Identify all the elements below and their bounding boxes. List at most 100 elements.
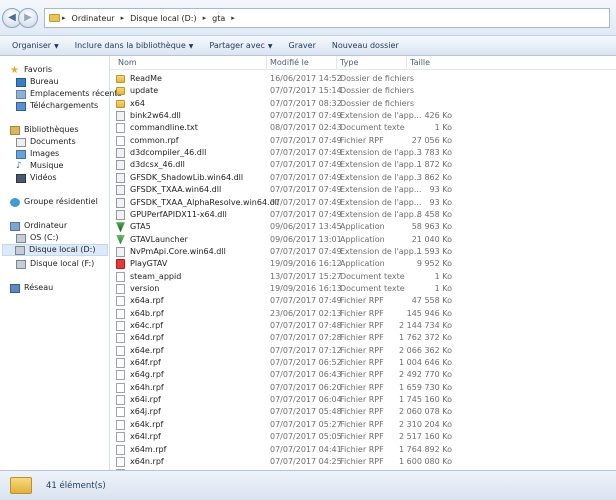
file-row[interactable]: x64g.rpf 07/07/2017 06:43 Fichier RPF 2 492… <box>110 369 616 381</box>
file-row[interactable]: steam_appid 13/07/2017 15:27 Document text… <box>110 271 616 283</box>
file-type: Fichier RPF <box>340 345 384 355</box>
file-row[interactable]: x64h.rpf 07/07/2017 06:20 Fichier RPF 1 659… <box>110 382 616 394</box>
file-name: x64n.rpf <box>130 456 164 466</box>
file-icon <box>116 135 125 146</box>
file-row[interactable]: x64e.rpf 07/07/2017 07:12 Fichier RPF 2 066… <box>110 345 616 357</box>
file-row[interactable]: x64a.rpf 07/07/2017 07:49 Fichier RPF 47 55… <box>110 295 616 307</box>
file-row[interactable]: PlayGTAV 19/09/2016 16:12 Application 9 952… <box>110 258 616 270</box>
nav-disk-d-label: Disque local (D:) <box>29 245 96 254</box>
nav-images-label: Images <box>30 149 60 158</box>
nav-computer[interactable]: Ordinateur <box>10 220 67 232</box>
file-row[interactable]: GPUPerfAPIDX11-x64.dll 07/07/2017 07:49 Ex… <box>110 209 616 221</box>
burn-button[interactable]: Graver <box>281 41 324 50</box>
file-row[interactable]: d3dcsx_46.dll 07/07/2017 07:49 Extension d… <box>110 159 616 171</box>
folder-icon <box>49 14 60 22</box>
file-row[interactable]: x64k.rpf 07/07/2017 05:27 Fichier RPF 2 310… <box>110 419 616 431</box>
file-row[interactable]: version 19/09/2016 16:13 Document texte 1 K… <box>110 283 616 295</box>
file-row[interactable]: update 07/07/2017 15:14 Dossier de fichier… <box>110 85 616 97</box>
file-row[interactable]: x64f.rpf 07/07/2017 06:52 Fichier RPF 1 004… <box>110 357 616 369</box>
file-row[interactable]: d3dcompiler_46.dll 07/07/2017 07:49 Extens… <box>110 147 616 159</box>
breadcrumb[interactable]: ▸ Ordinateur ▸ Disque local (D:) ▸ gta ▸ <box>44 8 610 28</box>
breadcrumb-computer[interactable]: Ordinateur <box>68 14 119 23</box>
nav-recent[interactable]: Emplacements récents <box>16 88 122 100</box>
file-row[interactable]: x64l.rpf 07/07/2017 05:05 Fichier RPF 2 517… <box>110 431 616 443</box>
command-bar: Organiser ▼ Inclure dans la bibliothèque ▼… <box>0 36 616 56</box>
file-size: 1 004 646 Ko <box>399 358 452 368</box>
nav-documents[interactable]: Documents <box>16 136 76 148</box>
address-bar: ◀ ▶ ▸ Ordinateur ▸ Disque local (D:) ▸ g… <box>0 0 616 36</box>
file-icon <box>116 271 125 282</box>
file-row[interactable]: x64n.rpf 07/07/2017 04:25 Fichier RPF 1 600… <box>110 456 616 468</box>
nav-os-c[interactable]: OS (C:) <box>16 232 58 244</box>
file-size: 1 659 730 Ko <box>399 382 452 392</box>
file-size: 8 458 Ko <box>416 209 452 219</box>
column-header-name[interactable]: Nom <box>118 58 137 67</box>
file-row[interactable]: x64 07/07/2017 08:32 Dossier de fichiers <box>110 98 616 110</box>
file-size: 426 Ko <box>424 111 452 121</box>
file-name: GFSDK_ShadowLib.win64.dll <box>130 172 244 182</box>
file-size: 3 862 Ko <box>416 172 452 182</box>
desktop-icon <box>16 77 26 87</box>
nav-disk-f[interactable]: Disque local (F:) <box>16 258 94 270</box>
file-row[interactable]: GTAVLauncher 09/06/2017 13:01 Application 2… <box>110 234 616 246</box>
images-icon <box>16 149 26 159</box>
file-row[interactable]: x64c.rpf 07/07/2017 07:48 Fichier RPF 2 144… <box>110 320 616 332</box>
file-name: x64b.rpf <box>130 308 164 318</box>
file-row[interactable]: x64j.rpf 07/07/2017 05:48 Fichier RPF 2 060… <box>110 406 616 418</box>
file-modified: 07/07/2017 07:48 <box>270 321 342 330</box>
nav-downloads[interactable]: Téléchargements <box>16 100 98 112</box>
file-modified: 09/06/2017 13:45 <box>270 222 342 232</box>
file-type: Dossier de fichiers <box>340 86 415 96</box>
file-row[interactable]: x64d.rpf 07/07/2017 07:28 Fichier RPF 1 762… <box>110 332 616 344</box>
file-type: Fichier RPF <box>340 370 384 380</box>
file-row[interactable]: common.rpf 07/07/2017 07:49 Fichier RPF 27 … <box>110 135 616 147</box>
file-size: 58 963 Ko <box>411 222 452 232</box>
nav-music[interactable]: ♪ Musique <box>16 160 63 172</box>
file-row[interactable]: NvPmApi.Core.win64.dll 07/07/2017 07:49 Ex… <box>110 246 616 258</box>
organize-button[interactable]: Organiser ▼ <box>4 41 67 50</box>
file-row[interactable]: GFSDK_TXAA.win64.dll 07/07/2017 07:49 Exte… <box>110 184 616 196</box>
share-with-label: Partager avec <box>209 41 265 50</box>
share-with-button[interactable]: Partager avec ▼ <box>201 41 280 50</box>
forward-button[interactable]: ▶ <box>18 8 38 28</box>
file-row[interactable]: x64b.rpf 23/06/2017 02:13 Fichier RPF 145 9… <box>110 308 616 320</box>
navigation-pane: ★ Favoris Bureau Emplacements récents Té… <box>0 56 122 470</box>
file-icon <box>116 333 125 344</box>
file-type: Fichier RPF <box>340 444 384 454</box>
file-row[interactable]: bink2w64.dll 07/07/2017 07:49 Extension de… <box>110 110 616 122</box>
new-folder-button[interactable]: Nouveau dossier <box>324 41 407 50</box>
file-row[interactable]: commandline.txt 08/07/2017 02:43 Document … <box>110 122 616 134</box>
file-row[interactable]: ReadMe 16/06/2017 14:52 Dossier de fichier… <box>110 73 616 85</box>
include-library-button[interactable]: Inclure dans la bibliothèque ▼ <box>67 41 202 50</box>
dll-file-icon <box>116 148 125 159</box>
file-size: 1 593 Ko <box>416 246 452 256</box>
column-header-type[interactable]: Type <box>336 56 358 70</box>
nav-network[interactable]: Réseau <box>10 282 53 294</box>
nav-desktop[interactable]: Bureau <box>16 76 59 88</box>
column-header-size[interactable]: Taille <box>406 56 430 70</box>
file-size: 93 Ko <box>429 185 452 195</box>
nav-libraries[interactable]: Bibliothèques <box>10 124 79 136</box>
dll-file-icon <box>116 185 125 196</box>
file-row[interactable]: GFSDK_ShadowLib.win64.dll 07/07/2017 07:4… <box>110 172 616 184</box>
nav-disk-d[interactable]: Disque local (D:) <box>2 244 108 256</box>
file-row[interactable]: x64i.rpf 07/07/2017 06:04 Fichier RPF 1 745… <box>110 394 616 406</box>
file-size: 2 060 078 Ko <box>399 407 452 417</box>
file-row[interactable]: GFSDK_TXAA_AlphaResolve.win64.dll 07/07/2… <box>110 197 616 209</box>
file-name: d3dcsx_46.dll <box>130 160 185 170</box>
application-icon <box>116 259 125 270</box>
file-name: x64a.rpf <box>130 296 164 306</box>
file-size: 2 517 160 Ko <box>399 432 452 442</box>
breadcrumb-gta[interactable]: gta <box>208 14 229 23</box>
nav-homegroup[interactable]: Groupe résidentiel <box>10 196 98 208</box>
nav-videos[interactable]: Vidéos <box>16 172 57 184</box>
breadcrumb-disk-d[interactable]: Disque local (D:) <box>126 14 200 23</box>
column-header-row: Nom Modifié le Type Taille <box>110 56 616 70</box>
column-header-modified[interactable]: Modifié le <box>266 56 309 70</box>
folder-icon <box>116 75 125 83</box>
chevron-right-icon: ▸ <box>62 14 66 22</box>
nav-favorites[interactable]: ★ Favoris <box>10 64 52 76</box>
nav-images[interactable]: Images <box>16 148 59 160</box>
file-row[interactable]: x64m.rpf 07/07/2017 04:41 Fichier RPF 1 764… <box>110 444 616 456</box>
file-row[interactable]: GTA5 09/06/2017 13:45 Application 58 963 Ko <box>110 221 616 233</box>
